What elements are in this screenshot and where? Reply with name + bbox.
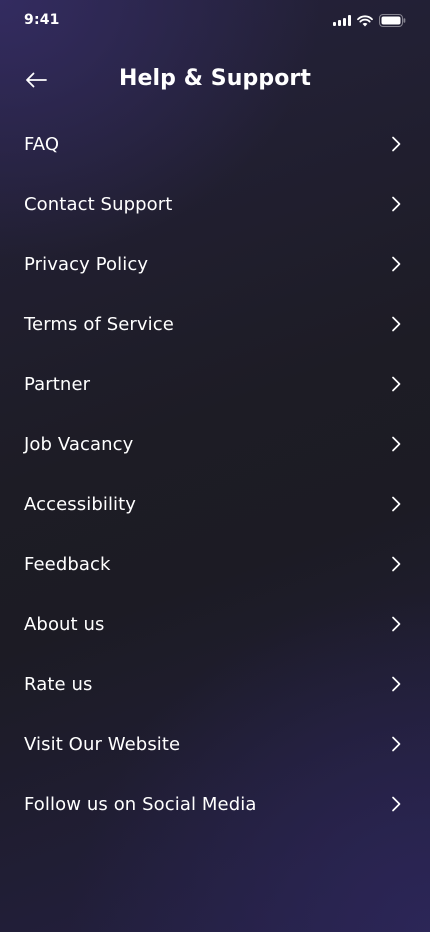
status-time: 9:41 bbox=[24, 12, 60, 28]
header: Help & Support bbox=[0, 58, 430, 102]
menu-item-label: Terms of Service bbox=[24, 313, 174, 335]
chevron-right-icon bbox=[392, 736, 401, 752]
chevron-right-icon bbox=[392, 676, 401, 692]
wifi-icon bbox=[357, 14, 373, 27]
chevron-right-icon bbox=[392, 436, 401, 452]
menu-item-label: Accessibility bbox=[24, 493, 137, 515]
menu-item-contact-support[interactable]: Contact Support bbox=[0, 174, 430, 234]
menu-item-follow-us-on-social-media[interactable]: Follow us on Social Media bbox=[0, 774, 430, 834]
status-bar: 9:41 bbox=[0, 0, 430, 44]
menu-item-label: Follow us on Social Media bbox=[24, 793, 257, 815]
chevron-right-icon bbox=[392, 196, 401, 212]
menu-item-visit-our-website[interactable]: Visit Our Website bbox=[0, 714, 430, 774]
status-icons bbox=[333, 14, 406, 27]
menu-item-label: Rate us bbox=[24, 673, 93, 695]
menu-item-about-us[interactable]: About us bbox=[0, 594, 430, 654]
menu-item-label: Job Vacancy bbox=[24, 433, 134, 455]
chevron-right-icon bbox=[392, 616, 401, 632]
menu-item-label: Visit Our Website bbox=[24, 733, 181, 755]
menu-item-label: Partner bbox=[24, 373, 91, 395]
menu-item-accessibility[interactable]: Accessibility bbox=[0, 474, 430, 534]
menu-item-label: FAQ bbox=[24, 133, 60, 155]
menu-item-label: Feedback bbox=[24, 553, 111, 575]
chevron-right-icon bbox=[392, 796, 401, 812]
chevron-right-icon bbox=[392, 256, 401, 272]
menu-item-privacy-policy[interactable]: Privacy Policy bbox=[0, 234, 430, 294]
chevron-right-icon bbox=[392, 316, 401, 332]
menu-item-faq[interactable]: FAQ bbox=[0, 114, 430, 174]
chevron-right-icon bbox=[392, 136, 401, 152]
menu-item-label: Contact Support bbox=[24, 193, 173, 215]
chevron-right-icon bbox=[392, 556, 401, 572]
help-menu-list: FAQ Contact Support Privacy Policy Terms… bbox=[0, 114, 430, 834]
menu-item-terms-of-service[interactable]: Terms of Service bbox=[0, 294, 430, 354]
page-title: Help & Support bbox=[118, 66, 311, 91]
battery-icon bbox=[379, 14, 406, 27]
menu-item-partner[interactable]: Partner bbox=[0, 354, 430, 414]
help-support-screen: 9:41 Help & Support FAQ Contact Support … bbox=[0, 0, 430, 932]
menu-item-rate-us[interactable]: Rate us bbox=[0, 654, 430, 714]
cellular-signal-icon bbox=[333, 15, 351, 26]
menu-item-job-vacancy[interactable]: Job Vacancy bbox=[0, 414, 430, 474]
chevron-right-icon bbox=[392, 376, 401, 392]
menu-item-label: Privacy Policy bbox=[24, 253, 149, 275]
menu-item-feedback[interactable]: Feedback bbox=[0, 534, 430, 594]
menu-item-label: About us bbox=[24, 613, 105, 635]
chevron-right-icon bbox=[392, 496, 401, 512]
